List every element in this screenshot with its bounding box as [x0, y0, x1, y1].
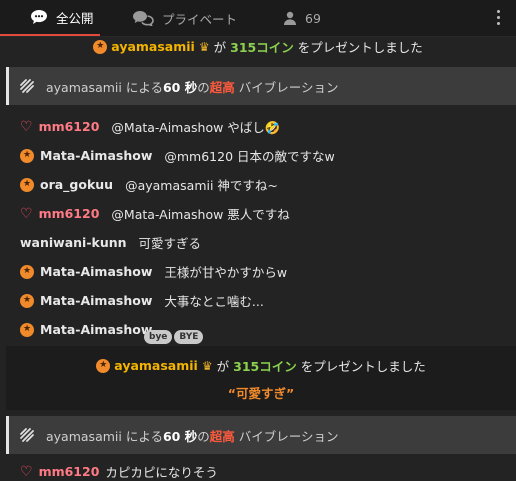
vibration-by: による: [125, 428, 163, 444]
vibration-banner: ayamasamii による60 秒の超高 バイブレーション: [6, 416, 516, 454]
vibration-of: の: [197, 428, 210, 444]
more-menu-icon[interactable]: [497, 10, 500, 25]
gift-text-post: をプレゼントしました: [297, 40, 423, 55]
chat-username[interactable]: Mata-Aimashow: [40, 322, 152, 337]
private-chat-icon: [133, 11, 154, 26]
chat-username[interactable]: mm6120: [39, 206, 100, 221]
heart-badge-icon: ♡: [20, 205, 33, 222]
gift-text-pre: が: [216, 359, 230, 374]
heart-badge-icon: ♡: [20, 118, 33, 135]
chat-text: カピカピになりそう: [105, 465, 218, 480]
chat-username[interactable]: mm6120: [39, 464, 100, 479]
chat-message: waniwani-kunn 可愛すぎる: [20, 233, 201, 252]
chat-text: 大事なとこ噛む...: [164, 294, 264, 309]
vibration-icon: [20, 428, 34, 442]
chat-message: ★ Mata-Aimashow 大事なとこ噛む...: [20, 291, 264, 310]
vibration-level: 超高: [209, 79, 235, 95]
chat-username[interactable]: mm6120: [39, 119, 100, 134]
chat-text: 王様が甘やかすからw: [164, 265, 288, 280]
gift-coins: 315コイン: [233, 359, 297, 374]
gift-message: “可愛すぎ”: [227, 386, 295, 401]
vibration-by: による: [125, 79, 163, 95]
star-badge-icon: ★: [20, 322, 34, 337]
chat-text: 可愛すぎる: [138, 236, 202, 251]
star-badge-icon: ★: [20, 264, 34, 279]
vibration-label: バイブレーション: [238, 79, 339, 95]
chat-message: ♡ mm6120 @Mata-Aimashow やばし🤣: [20, 117, 280, 136]
chat-message: ♡ mm6120 カピカピになりそう: [20, 462, 218, 481]
chat-text: @Mata-Aimashow やばし🤣: [111, 120, 281, 135]
chat-message: ★ Mata-Aimashow @mm6120 日本の敵ですなw: [20, 146, 335, 165]
bye-sticker: bye BYE: [144, 316, 208, 344]
chat-message: ★ ora_gokuu @ayamasamii 神ですね~: [20, 175, 278, 194]
vibration-seconds: 60 秒: [162, 428, 198, 444]
tab-private[interactable]: プライベート: [100, 0, 237, 36]
chat-message: ♡ mm6120 @Mata-Aimashow 悪人ですね: [20, 204, 290, 223]
chat-message: ★ Mata-Aimashow: [20, 322, 152, 337]
chat-username[interactable]: waniwani-kunn: [20, 235, 127, 250]
star-badge-icon: ★: [20, 293, 34, 308]
gift-notification: ★ ayamasamii ♛ が 315コイン をプレゼントしました: [0, 37, 516, 57]
gift-user[interactable]: ayamasamii: [111, 39, 195, 54]
chat-bubble-icon: [31, 10, 47, 24]
star-badge-icon: ★: [20, 148, 34, 163]
tab-public[interactable]: 全公開: [0, 0, 100, 36]
star-badge-icon: ★: [96, 358, 111, 373]
gift-text-post: をプレゼントしました: [300, 359, 426, 374]
tab-private-label: プライベート: [162, 11, 238, 27]
chat-username[interactable]: Mata-Aimashow: [40, 293, 152, 308]
viewer-count: 69: [305, 10, 321, 26]
chat-username[interactable]: ora_gokuu: [40, 177, 113, 192]
sticker-text-b: BYE: [174, 330, 204, 344]
vibration-banner: ayamasamii による60 秒の超高 バイブレーション: [6, 67, 516, 105]
chat-text: @ayamasamii 神ですね~: [125, 178, 278, 193]
chat-text: @mm6120 日本の敵ですなw: [164, 149, 335, 164]
vibration-user[interactable]: ayamasamii: [46, 429, 122, 444]
chat-username[interactable]: Mata-Aimashow: [40, 148, 152, 163]
chat-text: @Mata-Aimashow 悪人ですね: [111, 207, 290, 222]
gift-notification-panel: ★ ayamasamii ♛ が 315コイン をプレゼントしました “可愛すぎ…: [6, 346, 516, 410]
vibration-of: の: [197, 79, 210, 95]
gift-user[interactable]: ayamasamii: [114, 358, 198, 373]
chat-message: ★ Mata-Aimashow 王様が甘やかすからw: [20, 262, 287, 281]
vibration-user[interactable]: ayamasamii: [46, 80, 122, 95]
crown-icon: ♛: [198, 39, 210, 54]
heart-badge-icon: ♡: [20, 463, 33, 480]
user-icon: [284, 11, 297, 25]
gift-coins: 315コイン: [230, 40, 294, 55]
sticker-text-a: bye: [144, 330, 173, 344]
chat-tabs: 全公開 プライベート 69: [0, 0, 516, 37]
vibration-label: バイブレーション: [238, 428, 339, 444]
vibration-icon: [20, 79, 34, 93]
vibration-seconds: 60 秒: [162, 79, 198, 95]
vibration-level: 超高: [209, 428, 235, 444]
chat-username[interactable]: Mata-Aimashow: [40, 264, 152, 279]
gift-text-pre: が: [213, 40, 227, 55]
tab-users[interactable]: 69: [237, 0, 321, 36]
crown-icon: ♛: [201, 358, 213, 373]
star-badge-icon: ★: [93, 39, 108, 54]
tab-public-label: 全公開: [56, 10, 94, 26]
star-badge-icon: ★: [20, 177, 34, 192]
